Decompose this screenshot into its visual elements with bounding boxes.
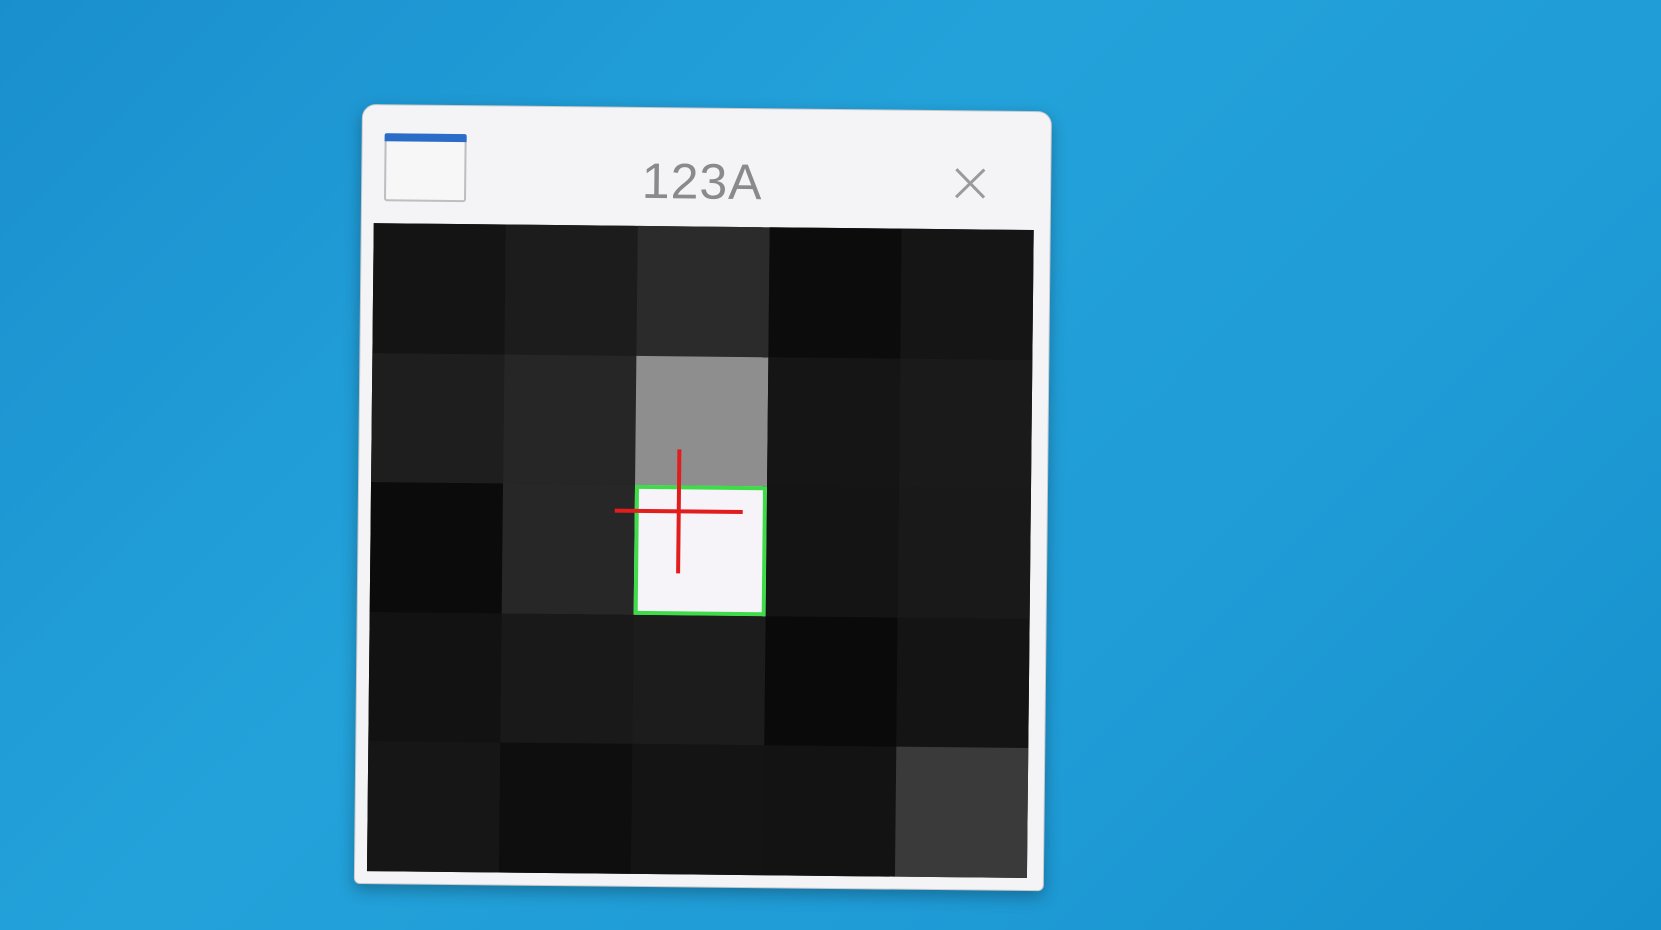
pixel-cell-r4-c0[interactable]	[366, 741, 501, 873]
pixel-cell-r0-c2[interactable]	[636, 225, 770, 357]
pixel-cell-r4-c1[interactable]	[498, 742, 633, 874]
window-app-icon	[383, 133, 467, 203]
pixel-cell-r1-c3[interactable]	[767, 356, 901, 488]
title-bar[interactable]: 123A	[362, 105, 1051, 230]
pixel-cell-r2-c3[interactable]	[765, 486, 900, 618]
image-canvas[interactable]	[366, 223, 1034, 879]
close-icon	[955, 168, 986, 199]
pixel-cell-r0-c3[interactable]	[768, 227, 902, 359]
pixel-grid[interactable]	[366, 223, 1034, 878]
pixel-cell-r0-c4[interactable]	[900, 228, 1034, 360]
pixel-cell-r0-c0[interactable]	[372, 223, 506, 355]
pixel-cell-r3-c4[interactable]	[896, 617, 1030, 749]
pixel-cell-r1-c1[interactable]	[503, 354, 637, 486]
pixel-cell-r3-c0[interactable]	[368, 611, 502, 743]
pixel-cell-r1-c4[interactable]	[899, 358, 1033, 490]
pixel-cell-r2-c0[interactable]	[369, 482, 504, 614]
pixel-cell-r2-c4[interactable]	[897, 487, 1032, 619]
desktop-background: 123A	[0, 0, 1661, 930]
pixel-cell-r2-c1[interactable]	[501, 483, 636, 615]
pixel-cell-r1-c0[interactable]	[371, 352, 505, 484]
close-button[interactable]	[942, 155, 999, 212]
pixel-cell-r3-c1[interactable]	[500, 613, 634, 745]
pixel-cell-r4-c2[interactable]	[630, 744, 765, 876]
window-title: 123A	[641, 152, 763, 211]
pixel-cell-r3-c3[interactable]	[764, 616, 898, 748]
selected-pixel-cell[interactable]	[633, 485, 768, 617]
pixel-cell-r4-c3[interactable]	[762, 745, 897, 877]
pixel-cell-r0-c1[interactable]	[504, 224, 638, 356]
pixel-cell-r4-c4[interactable]	[894, 747, 1029, 878]
app-icon-accent-bar	[384, 133, 467, 143]
pixel-cell-r1-c2[interactable]	[635, 355, 769, 487]
image-viewer-window[interactable]: 123A	[353, 104, 1052, 892]
pixel-cell-r3-c2[interactable]	[632, 614, 766, 746]
